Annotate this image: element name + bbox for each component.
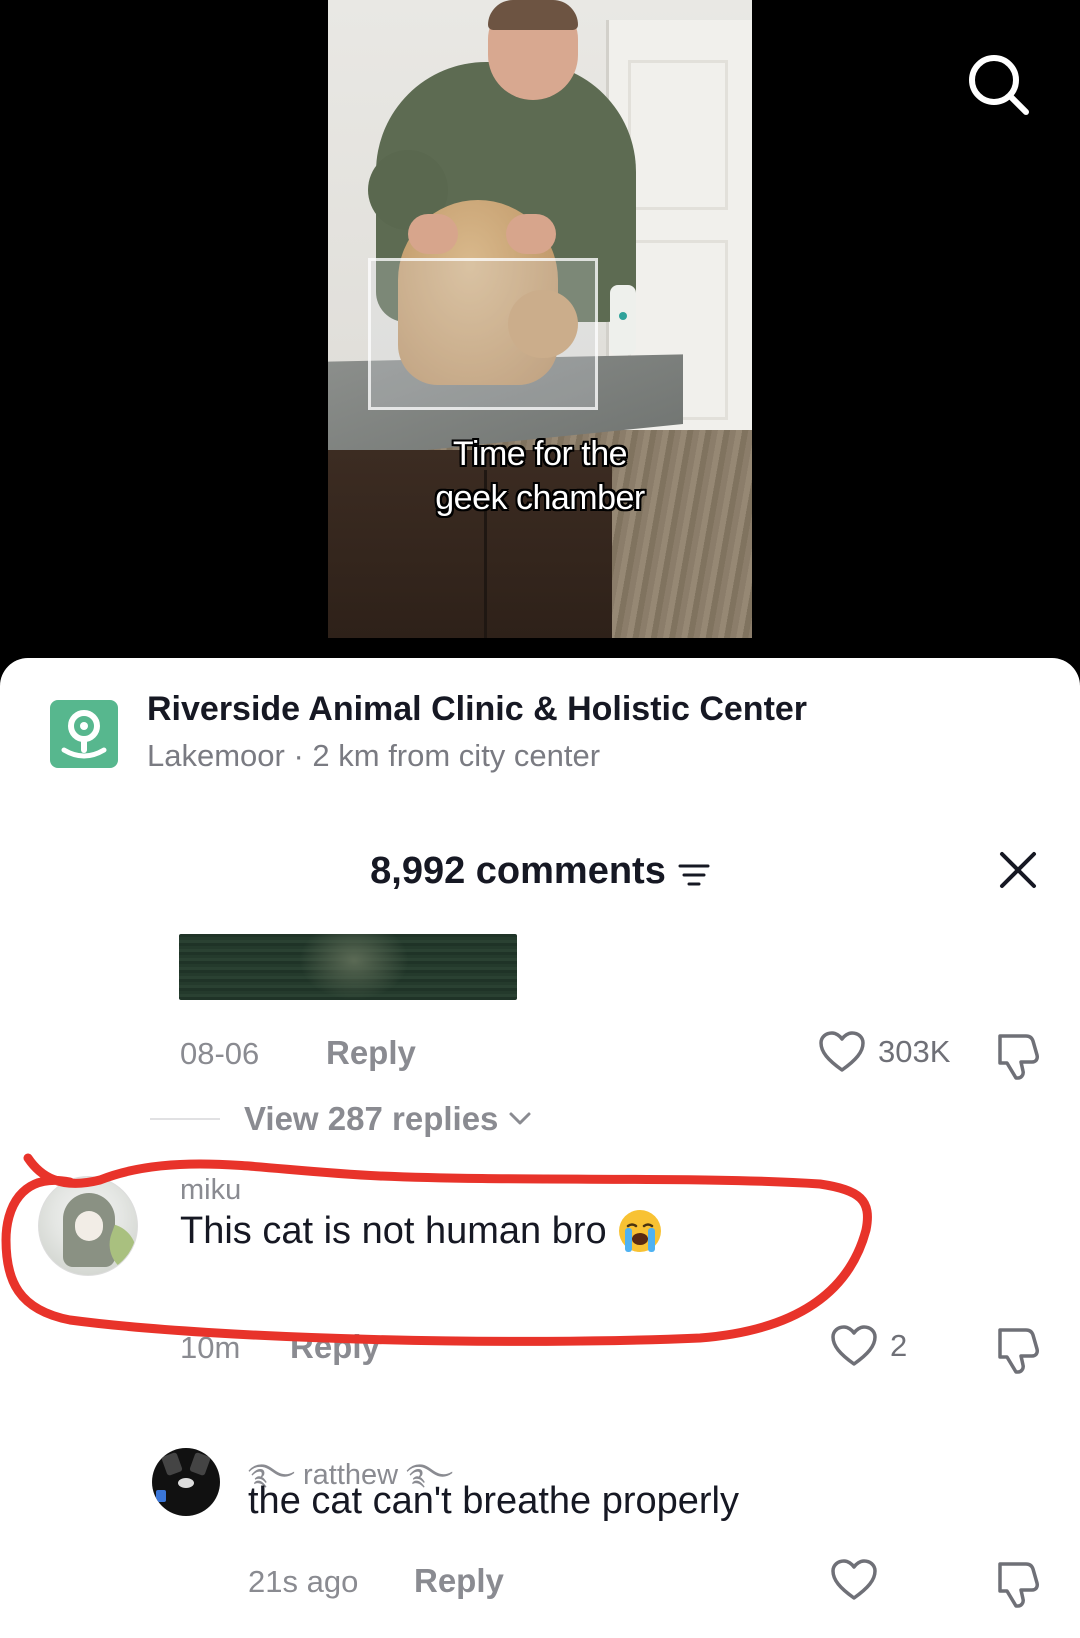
video-player[interactable]: Time for the geek chamber [328, 0, 752, 638]
comment-time: 08-06 [180, 1036, 260, 1071]
comment-meta-row: 21s ago Reply [0, 1556, 1080, 1608]
video-nebulizer-light [619, 312, 627, 320]
location-pin-icon [50, 700, 118, 768]
avatar-art [156, 1490, 166, 1502]
video-hand [506, 214, 556, 254]
dislike-icon [998, 1562, 1039, 1608]
comment-text: the cat can't breathe properly [248, 1480, 739, 1523]
comments-header: 8,992 comments [0, 838, 1080, 908]
avatar-art [75, 1211, 103, 1241]
comments-sort-button[interactable]: 8,992 comments [370, 850, 710, 893]
like-button[interactable] [830, 1558, 890, 1602]
video-caption-line: geek chamber [435, 479, 645, 517]
comment-username[interactable]: miku [180, 1174, 241, 1207]
location-title: Riverside Animal Clinic & Holistic Cente… [147, 690, 808, 728]
view-replies-divider [150, 1118, 220, 1120]
avatar-art [189, 1451, 211, 1477]
like-count: 2 [890, 1328, 908, 1363]
reply-button[interactable]: Reply [290, 1328, 380, 1366]
search-button[interactable] [964, 52, 1034, 122]
dislike-button[interactable] [990, 1556, 1044, 1610]
heart-icon [819, 1031, 865, 1072]
comment-text-body: the cat can't breathe properly [248, 1480, 739, 1522]
crying-face-emoji-icon [618, 1210, 661, 1252]
avatar[interactable] [152, 1448, 220, 1516]
search-icon [969, 55, 1029, 115]
close-button[interactable] [996, 848, 1040, 892]
location-pin-glyph [61, 710, 107, 759]
comment-time: 10m [180, 1330, 241, 1365]
sort-icon [678, 864, 710, 885]
comment-meta-row: 08-06 Reply 303K [0, 1028, 1080, 1080]
comment-meta-row: 10m Reply 2 [0, 1322, 1080, 1374]
reply-button[interactable]: Reply [414, 1562, 504, 1600]
dislike-icon [998, 1328, 1039, 1374]
video-door-panel [628, 60, 728, 210]
video-hand [408, 214, 458, 254]
view-replies-label: View 287 replies [244, 1100, 499, 1137]
chevron-down-icon [509, 1112, 531, 1125]
like-count: 303K [878, 1034, 951, 1069]
location-card[interactable]: Riverside Animal Clinic & Holistic Cente… [0, 658, 1080, 828]
like-button[interactable]: 2 [830, 1324, 907, 1368]
video-area[interactable]: Time for the geek chamber [0, 0, 1080, 660]
like-button[interactable]: 303K [818, 1030, 950, 1074]
comment-text-body: This cat is not human bro [180, 1209, 607, 1252]
video-caption-line: Time for the [452, 435, 628, 473]
avatar-art [161, 1451, 183, 1477]
comments-count-row: 8,992 comments [0, 850, 1080, 893]
comment-time: 21s ago [248, 1564, 359, 1599]
close-icon [1000, 852, 1036, 888]
reply-button[interactable]: Reply [326, 1034, 416, 1072]
comment-media-image[interactable] [179, 934, 517, 1000]
video-glass-chamber [368, 258, 598, 410]
avatar-art [178, 1478, 194, 1488]
view-replies-button[interactable]: View 287 replies [150, 1094, 532, 1144]
comments-count: 8,992 comments [370, 850, 666, 892]
location-subtitle: Lakemoor · 2 km from city center [147, 738, 601, 773]
avatar[interactable] [38, 1176, 138, 1276]
dislike-button[interactable] [990, 1322, 1044, 1376]
video-nebulizer [610, 285, 636, 355]
comment-text: This cat is not human bro [180, 1208, 663, 1254]
video-caption: Time for the geek chamber [328, 432, 752, 520]
video-person-hair [488, 0, 578, 30]
heart-icon [831, 1325, 877, 1366]
heart-icon [831, 1559, 877, 1600]
dislike-button[interactable] [990, 1028, 1044, 1082]
dislike-icon [998, 1034, 1039, 1080]
